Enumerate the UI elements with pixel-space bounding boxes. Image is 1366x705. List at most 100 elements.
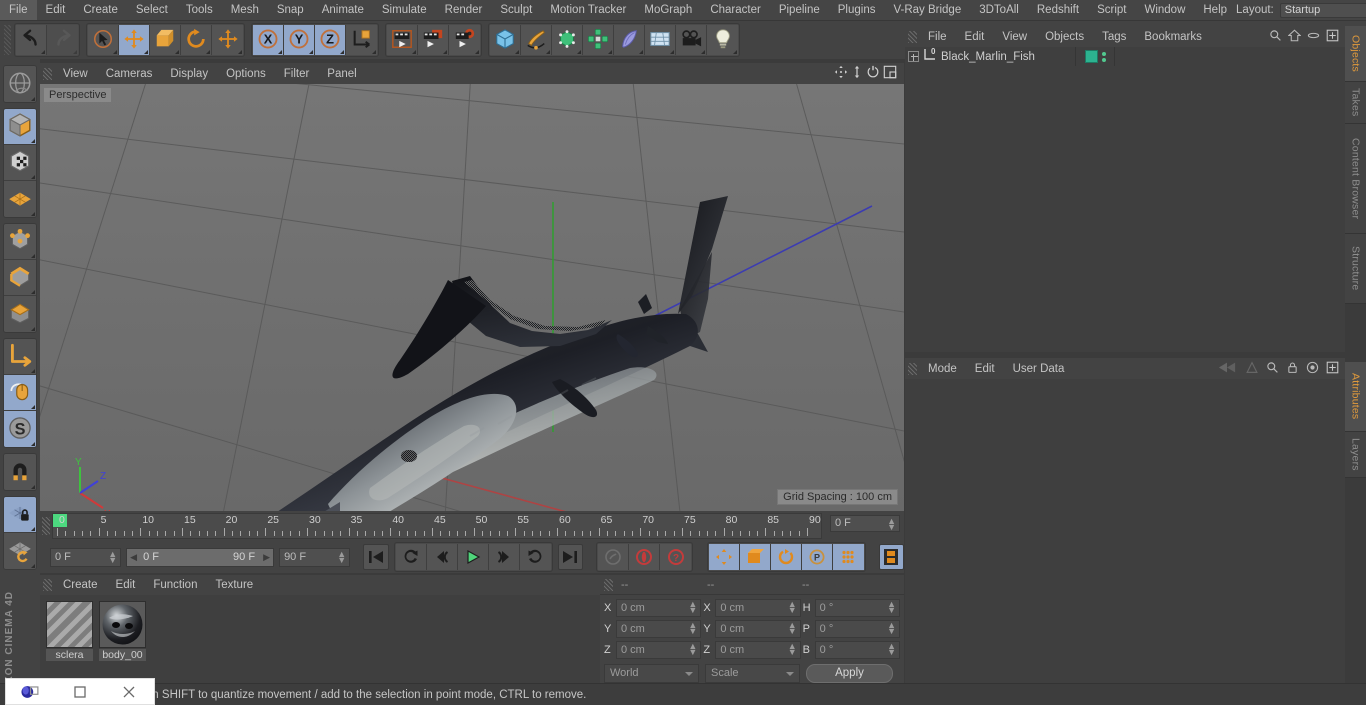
apply-button[interactable]: Apply	[806, 664, 893, 683]
viewport-solo-button[interactable]	[4, 375, 36, 411]
next-keyframe-button[interactable]	[519, 544, 551, 570]
flyout-corner-icon[interactable]	[31, 254, 35, 258]
maximize-view-icon[interactable]	[883, 65, 897, 82]
menu-item-edit[interactable]: Edit	[37, 0, 75, 20]
move-alt-button[interactable]	[212, 25, 243, 55]
stepper-icon[interactable]: ▲ ▼	[788, 642, 797, 657]
menu-item-create[interactable]: Create	[74, 0, 127, 20]
render-view-button[interactable]	[387, 25, 418, 55]
viewport-menu-panel[interactable]: Panel	[318, 64, 365, 84]
flyout-corner-icon[interactable]	[31, 212, 35, 216]
flyout-corner-icon[interactable]	[113, 50, 117, 54]
stepper-icon[interactable]: ▲ ▼	[887, 600, 896, 615]
keyframe-selection-button[interactable]: ?	[660, 544, 692, 570]
position-input[interactable]: 0 cm ▲ ▼	[616, 641, 702, 659]
redo-button[interactable]	[47, 25, 78, 55]
timeline-track[interactable]: 0 5 10 15 20 25 30 35 40 45 50 55 60 65 70 75 80 85 90	[52, 513, 822, 539]
stepper-icon[interactable]: ▲ ▼	[688, 600, 697, 615]
render-settings-button[interactable]	[449, 25, 480, 55]
nurbs-button[interactable]	[552, 25, 583, 55]
size-input[interactable]: 0 cm ▲ ▼	[715, 641, 801, 659]
close-icon[interactable]	[115, 681, 143, 703]
object-menu-file[interactable]: File	[919, 27, 956, 47]
object-menu-tags[interactable]: Tags	[1093, 27, 1135, 47]
menu-item-simulate[interactable]: Simulate	[373, 0, 436, 20]
flyout-corner-icon[interactable]	[31, 290, 35, 294]
scale-button[interactable]	[150, 25, 181, 55]
flyout-corner-icon[interactable]	[412, 50, 416, 54]
flyout-corner-icon[interactable]	[443, 50, 447, 54]
flyout-corner-icon[interactable]	[175, 50, 179, 54]
cube-primitive-button[interactable]	[490, 25, 521, 55]
attribute-grip[interactable]	[908, 362, 917, 375]
rotation-input[interactable]: 0 ° ▲ ▼	[814, 641, 900, 659]
flyout-corner-icon[interactable]	[701, 50, 705, 54]
expand-icon[interactable]	[1326, 29, 1339, 45]
autokeying-button[interactable]	[598, 544, 630, 570]
size-input[interactable]: 0 cm ▲ ▼	[715, 620, 801, 638]
transform-mode-select[interactable]: Scale	[705, 664, 800, 683]
flyout-corner-icon[interactable]	[475, 50, 479, 54]
history-back-icon[interactable]	[1216, 361, 1238, 377]
object-menu-edit[interactable]: Edit	[956, 27, 994, 47]
timeline-toggle-button[interactable]	[878, 544, 905, 570]
menu-item-sculpt[interactable]: Sculpt	[491, 0, 541, 20]
array-button[interactable]	[583, 25, 614, 55]
visibility-dots-icon[interactable]	[1102, 51, 1106, 62]
zoom-view-icon[interactable]	[851, 65, 863, 82]
ellipse-icon[interactable]	[1307, 29, 1320, 45]
play-button[interactable]	[457, 544, 489, 570]
polygons-mode-button[interactable]	[4, 296, 36, 332]
viewport-menu-filter[interactable]: Filter	[275, 64, 319, 84]
history-forward-icon[interactable]	[1245, 360, 1259, 377]
points-mode-button[interactable]	[4, 224, 36, 260]
stepper-icon[interactable]: ▲ ▼	[688, 621, 697, 636]
rotation-input[interactable]: 0 ° ▲ ▼	[814, 599, 900, 617]
flyout-corner-icon[interactable]	[31, 369, 35, 373]
menu-item-character[interactable]: Character	[701, 0, 770, 20]
rotate-button[interactable]	[181, 25, 212, 55]
rotation-key-button[interactable]	[770, 544, 802, 570]
preview-range-bar[interactable]: ◀ 0 F 90 F ▶	[126, 547, 275, 567]
viewport-grip[interactable]	[43, 67, 52, 80]
workplane-button[interactable]	[4, 181, 36, 217]
step-forward-button[interactable]	[488, 544, 520, 570]
planar-workplane-button[interactable]	[4, 533, 36, 569]
flyout-corner-icon[interactable]	[546, 50, 550, 54]
stepper-icon[interactable]: ▲ ▼	[788, 600, 797, 615]
search-icon[interactable]	[1269, 29, 1282, 45]
undo-view-button[interactable]	[4, 66, 36, 102]
light-button[interactable]	[707, 25, 738, 55]
object-menu-view[interactable]: View	[993, 27, 1036, 47]
model-mode-button[interactable]	[4, 109, 36, 145]
flyout-corner-icon[interactable]	[515, 50, 519, 54]
flyout-corner-icon[interactable]	[340, 50, 344, 54]
stepper-icon[interactable]: ▲ ▼	[788, 621, 797, 636]
menu-item-help[interactable]: Help	[1194, 0, 1236, 20]
stepper-icon[interactable]: ▲ ▼	[108, 549, 117, 564]
material-thumbnail[interactable]	[46, 601, 93, 648]
go-to-start-button[interactable]	[363, 544, 389, 570]
stepper-icon[interactable]: ▲ ▼	[887, 642, 896, 657]
toolbar-grip[interactable]	[4, 25, 11, 55]
flyout-corner-icon[interactable]	[31, 97, 35, 101]
flyout-corner-icon[interactable]	[238, 50, 242, 54]
flyout-corner-icon[interactable]	[144, 50, 148, 54]
menu-item-render[interactable]: Render	[436, 0, 492, 20]
rotate-view-icon[interactable]	[866, 65, 880, 82]
flyout-corner-icon[interactable]	[31, 327, 35, 331]
menu-item-window[interactable]: Window	[1135, 0, 1194, 20]
material-grip[interactable]	[43, 579, 52, 591]
render-picture-viewer-button[interactable]	[418, 25, 449, 55]
range-right-arrow-icon[interactable]: ▶	[263, 552, 270, 563]
object-grip[interactable]	[908, 30, 917, 43]
maximize-icon[interactable]	[66, 681, 94, 703]
menu-item-plugins[interactable]: Plugins	[829, 0, 885, 20]
flyout-corner-icon[interactable]	[372, 50, 376, 54]
expand-object-icon[interactable]	[908, 51, 919, 62]
viewport-3d[interactable]: Perspective Grid Spacing : 100 cm Y X Z	[40, 84, 904, 511]
current-frame-field[interactable]: 0 F ▲ ▼	[830, 515, 900, 532]
step-back-button[interactable]	[426, 544, 458, 570]
attribute-menu-user-data[interactable]: User Data	[1004, 359, 1074, 379]
world-coordinates-button[interactable]	[346, 25, 377, 55]
